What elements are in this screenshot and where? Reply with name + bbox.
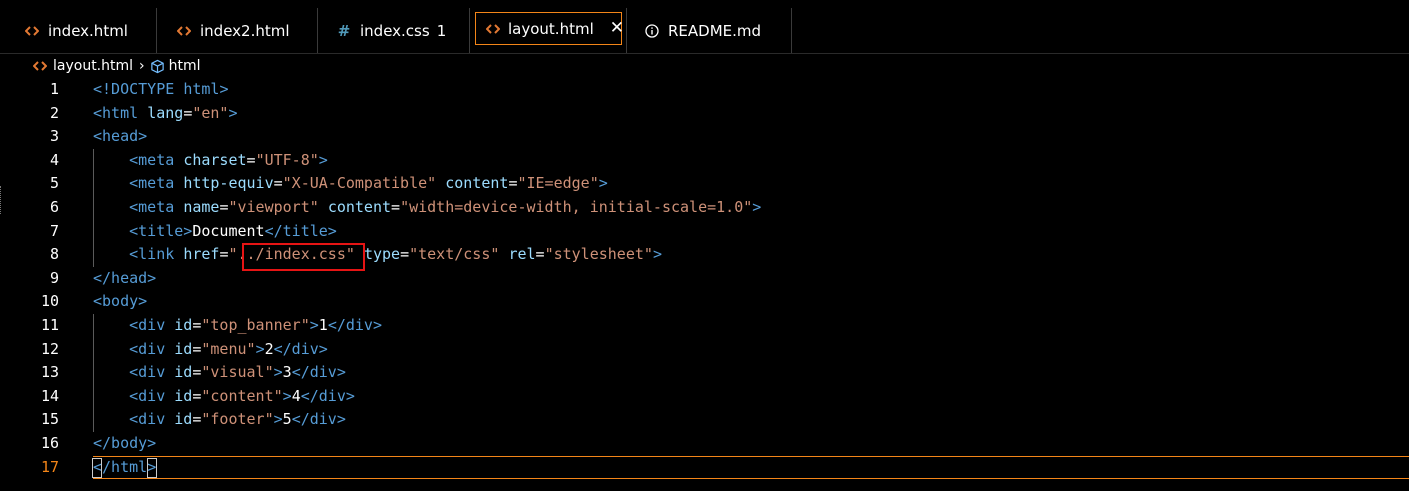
editor-tab-bar: index.html index2.html # index.css 1 lay… — [0, 0, 1409, 54]
css-file-icon: # — [337, 21, 351, 40]
breadcrumb-node[interactable]: html — [169, 58, 201, 74]
line-number: 10 — [40, 292, 59, 311]
breadcrumb: layout.html › html — [0, 54, 1409, 78]
line-number: 13 — [40, 363, 59, 382]
code-line: 2 <html lang="en"> — [0, 102, 1409, 126]
code-line: 11 <div id="top_banner">1</div> — [0, 314, 1409, 338]
code-line: 8 <link href="../index.css" type="text/c… — [0, 243, 1409, 267]
problem-count-badge: 1 — [436, 21, 447, 40]
line-number: 8 — [49, 245, 59, 264]
code-line-current: 17 </html> — [0, 455, 1409, 480]
cube-icon — [150, 59, 165, 74]
code-line: 16 </body> — [0, 432, 1409, 456]
tab-readme-md[interactable]: README.md — [626, 8, 792, 53]
chevron-right-icon: › — [139, 58, 145, 74]
tab-layout-html[interactable]: layout.html ✕ — [475, 12, 624, 45]
tab-label: layout.html — [508, 19, 594, 38]
line-number: 5 — [49, 174, 59, 193]
bracket-match-box — [92, 458, 102, 478]
line-number-current: 17 — [40, 457, 59, 476]
html-file-icon — [24, 25, 40, 37]
line-number: 3 — [49, 127, 59, 146]
html-file-icon — [486, 23, 500, 35]
code-line: 4 <meta charset="UTF-8"> — [0, 149, 1409, 173]
line-number: 2 — [49, 103, 59, 122]
code-line: 9 </head> — [0, 267, 1409, 291]
info-icon — [644, 23, 660, 38]
code-line: 3 <head> — [0, 125, 1409, 149]
tab-label: README.md — [668, 21, 762, 40]
code-line: 10 <body> — [0, 290, 1409, 314]
breadcrumb-file[interactable]: layout.html — [53, 58, 133, 74]
tab-label: index.css — [360, 21, 430, 40]
code-line: 15 <div id="footer">5</div> — [0, 408, 1409, 432]
html-file-icon — [176, 25, 192, 37]
annotation-highlight-box — [242, 243, 365, 271]
line-number: 9 — [49, 268, 59, 287]
tab-label: index2.html — [200, 21, 290, 40]
code-line: 14 <div id="content">4</div> — [0, 385, 1409, 409]
line-number: 12 — [40, 339, 59, 358]
line-number: 11 — [40, 316, 59, 334]
line-number: 7 — [49, 221, 59, 240]
code-line: 12 <div id="menu">2</div> — [0, 338, 1409, 362]
code-line: 7 <title>Document</title> — [0, 220, 1409, 244]
tab-index-html[interactable]: index.html — [0, 8, 157, 53]
close-icon[interactable]: ✕ — [610, 20, 624, 37]
code-line: 13 <div id="visual">3</div> — [0, 361, 1409, 385]
line-number: 14 — [40, 386, 59, 405]
code-line: 1 <!DOCTYPE html> — [0, 78, 1409, 102]
line-number: 1 — [49, 80, 59, 98]
tab-index2-html[interactable]: index2.html — [157, 8, 318, 53]
line-number: 16 — [40, 434, 59, 452]
html-file-icon — [33, 60, 47, 72]
tab-index-css[interactable]: # index.css 1 — [318, 8, 470, 53]
tab-label: index.html — [48, 21, 128, 40]
code-line: 5 <meta http-equiv="X-UA-Compatible" con… — [0, 172, 1409, 196]
line-number: 15 — [40, 410, 59, 429]
code-line: 6 <meta name="viewport" content="width=d… — [0, 196, 1409, 220]
line-number: 6 — [49, 198, 59, 216]
current-line-highlight — [93, 455, 1409, 480]
line-number: 4 — [49, 150, 59, 169]
bracket-match-box — [147, 458, 157, 478]
